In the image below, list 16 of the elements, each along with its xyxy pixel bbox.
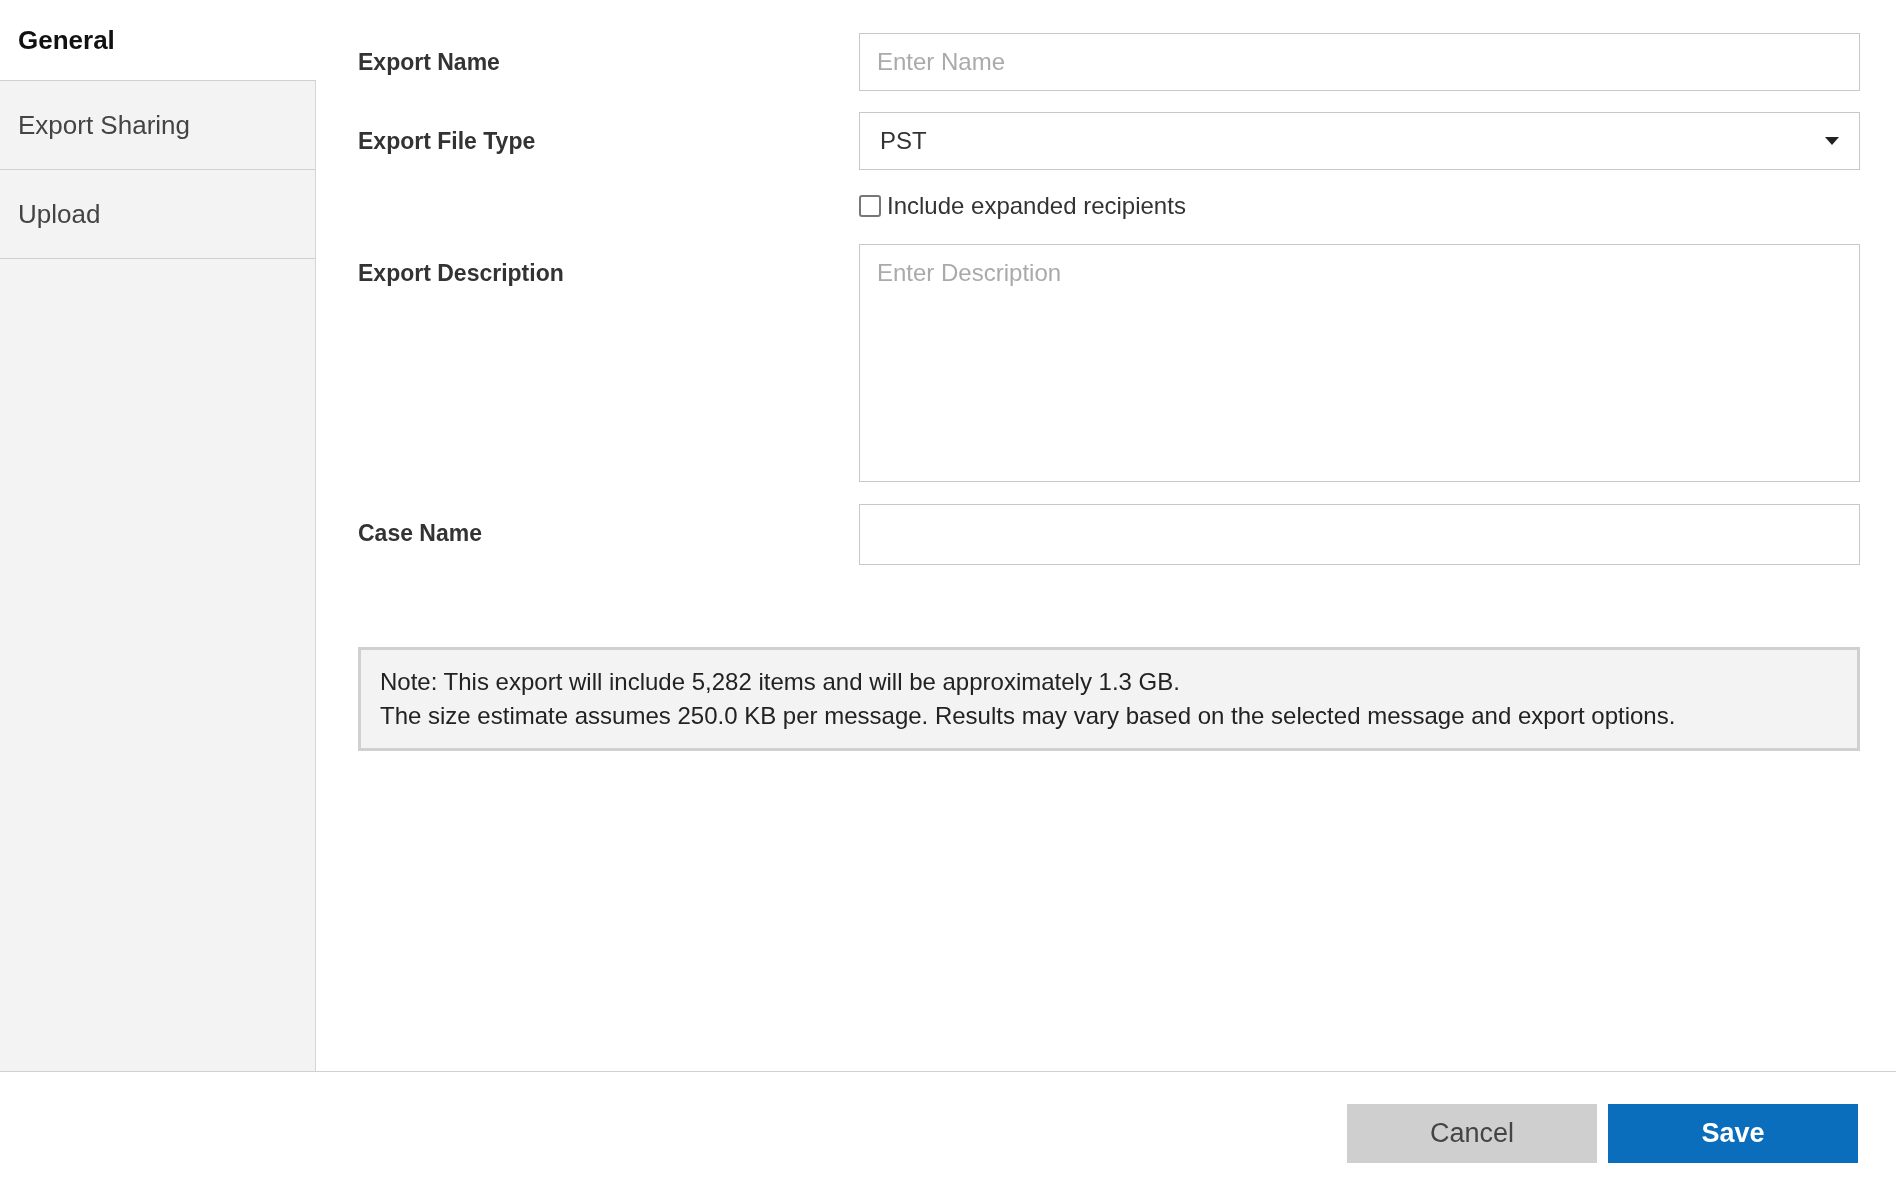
sidebar-tab[interactable]: General [0, 0, 316, 81]
field-label: Export Description [358, 259, 565, 288]
field-label: Export File Type [358, 127, 537, 156]
export-description-field[interactable]: Enter Description [859, 244, 1860, 482]
case-name-field[interactable] [859, 504, 1860, 565]
caret-icon [1825, 137, 1839, 145]
cancel-button[interactable]: Cancel [1347, 1104, 1597, 1163]
note-text: The size estimate assumes 250.0 KB per message. Results may vary based on the selected message and export options. [380, 702, 1677, 730]
file-type-dropdown[interactable]: PST [859, 112, 1860, 170]
field-label: Case Name [358, 519, 484, 548]
checkbox-label: Include expanded recipients [887, 192, 1186, 220]
export-name-field[interactable]: Enter Name [859, 33, 1860, 91]
save-button[interactable]: Save [1608, 1104, 1858, 1163]
field-label: Export Name [358, 48, 501, 77]
note-text: Note: This export will include 5,282 items and will be approximately 1.3 GB. [380, 668, 1181, 696]
checkbox[interactable] [859, 195, 881, 217]
